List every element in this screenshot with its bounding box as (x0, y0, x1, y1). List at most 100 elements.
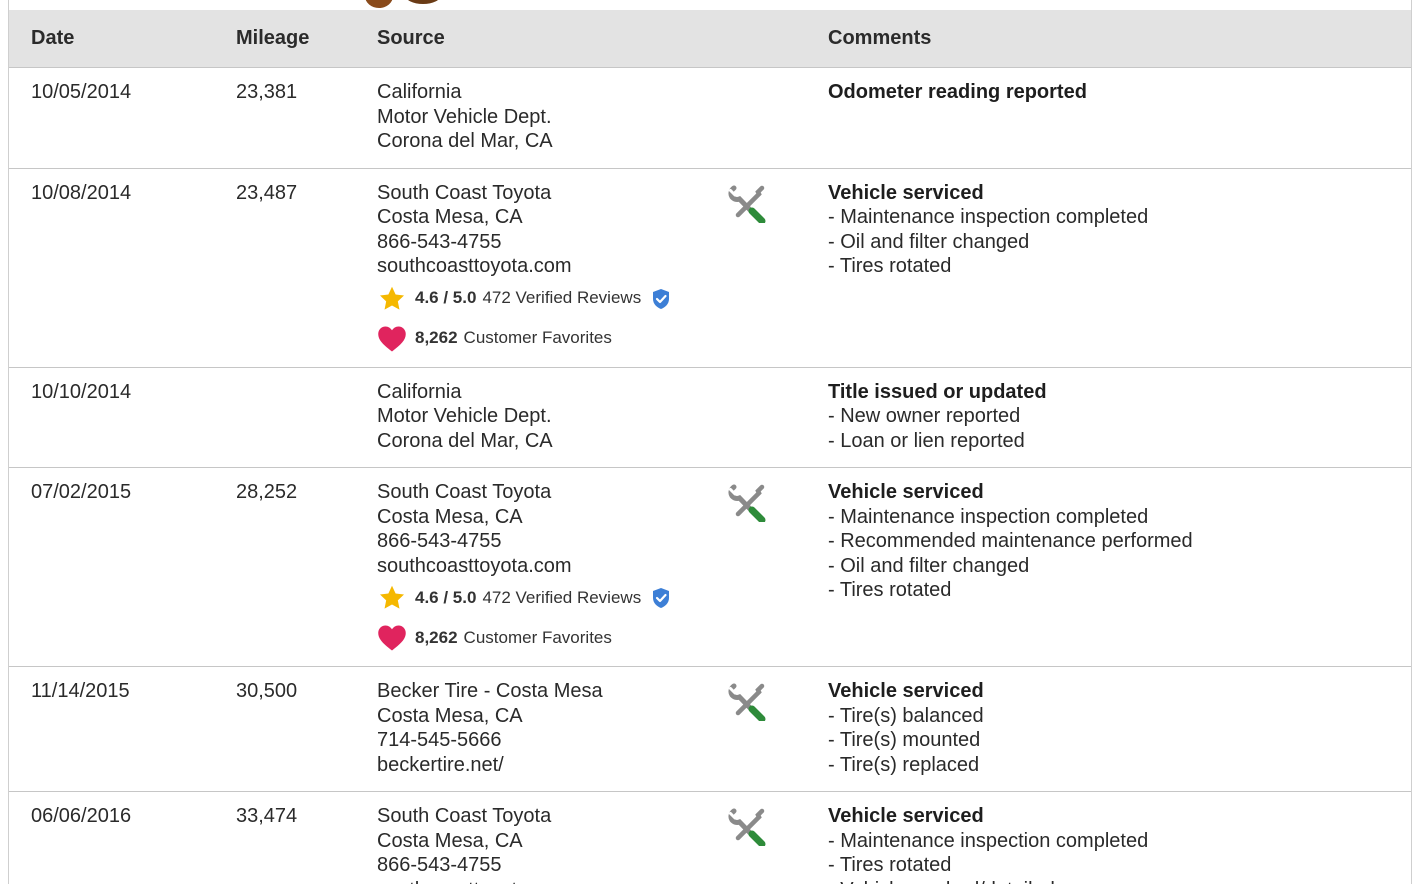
comment-title: Vehicle serviced (828, 805, 984, 827)
service-icon-cell (728, 467, 806, 667)
table-row: 11/14/2015 30,500 Becker Tire - Costa Mesa… (9, 666, 1411, 792)
star-icon (379, 585, 405, 609)
comments-cell: Odometer reading reported (806, 67, 1411, 169)
table-row: 10/10/2014 California Motor Vehicle Dept. C… (9, 367, 1411, 468)
comment-item: - Recommended maintenance performed (828, 530, 1193, 552)
service-icon-cell (728, 67, 806, 169)
wrench-screwdriver-icon (728, 185, 766, 223)
table-row: 10/08/2014 23,487 South Coast Toyota Costa … (9, 168, 1411, 368)
comment-item: - Loan or lien reported (828, 429, 1025, 452)
source-line: Motor Vehicle Dept. (377, 405, 552, 427)
comment-title: Vehicle serviced (828, 680, 984, 702)
source-cell: South Coast Toyota Costa Mesa, CA 866-543-… (355, 467, 728, 667)
vehicle-history-panel: Date Mileage Source Comments 10/05/2014 2… (8, 0, 1412, 884)
comment-item: - Tire(s) replaced (828, 753, 980, 776)
date-cell: 10/08/2014 (9, 168, 214, 368)
source-website-link[interactable]: southcoasttoyota.com (377, 878, 728, 884)
comment-title: Vehicle serviced (828, 181, 984, 204)
source-line: South Coast Toyota (377, 181, 552, 204)
rating-score: 4.6 / 5.0 (415, 288, 477, 308)
source-line: California (377, 380, 462, 403)
favorites-count: 8,262 (415, 627, 458, 647)
heart-icon (378, 326, 406, 351)
source-cell: California Motor Vehicle Dept. Corona del … (355, 367, 728, 468)
source-line: Motor Vehicle Dept. (377, 105, 552, 128)
source-cell: Becker Tire - Costa Mesa Costa Mesa, CA 71… (355, 666, 728, 792)
table-header-row: Date Mileage Source Comments (9, 10, 1411, 68)
mascot-image (365, 0, 438, 8)
comments-cell: Vehicle serviced - Maintenance inspection… (806, 168, 1411, 368)
comment-item: - New owner reported (828, 405, 1021, 427)
service-icon-cell (728, 168, 806, 368)
source-line: California (377, 81, 462, 103)
source-phone-link[interactable]: 866-543-4755 (377, 230, 728, 255)
source-line: South Coast Toyota (377, 481, 552, 503)
column-header-mileage[interactable]: Mileage (214, 10, 355, 68)
reviews-count: 472 Verified Reviews (482, 587, 642, 607)
comment-item: - Tire(s) balanced (828, 704, 984, 727)
star-icon (379, 286, 405, 310)
date-cell: 11/14/2015 (9, 666, 214, 792)
comment-item: - Tire(s) mounted (828, 729, 981, 751)
comment-item: - Oil and filter changed (828, 554, 1030, 577)
mileage-cell: 23,487 (214, 168, 355, 368)
comment-item: - Vehicle washed/detailed (828, 878, 1411, 884)
comment-item: - Maintenance inspection completed (828, 505, 1149, 528)
comments-cell: Title issued or updated - New owner repor… (806, 367, 1411, 468)
table-row: 10/05/2014 23,381 California Motor Vehicle … (9, 67, 1411, 169)
column-header-source[interactable]: Source (355, 10, 806, 68)
favorites-label: Customer Favorites (463, 627, 612, 647)
dealer-rating[interactable]: 4.6 / 5.0 472 Verified Reviews (377, 584, 728, 612)
date-cell: 10/10/2014 (9, 367, 214, 468)
source-cell: South Coast Toyota Costa Mesa, CA 866-543-… (355, 168, 728, 368)
column-header-comments[interactable]: Comments (806, 10, 1411, 68)
comment-item: - Tires rotated (828, 854, 952, 876)
comment-title: Vehicle serviced (828, 481, 984, 503)
comments-cell: Vehicle serviced - Maintenance inspection… (806, 791, 1411, 884)
date-cell: 07/02/2015 (9, 467, 214, 667)
favorites-count: 8,262 (415, 328, 458, 348)
service-icon-cell (728, 367, 806, 468)
comment-item: - Oil and filter changed (828, 230, 1030, 253)
source-line: Corona del Mar, CA (377, 429, 553, 452)
date-cell: 06/06/2016 (9, 791, 214, 884)
mileage-cell: 33,474 (214, 791, 355, 884)
mileage-cell: 30,500 (214, 666, 355, 792)
source-line: Costa Mesa, CA (377, 704, 523, 727)
customer-favorites[interactable]: 8,262 Customer Favorites (377, 624, 728, 652)
source-website-link[interactable]: southcoasttoyota.com (377, 554, 728, 579)
service-icon-cell (728, 666, 806, 792)
reviews-count: 472 Verified Reviews (482, 288, 642, 308)
source-line: Becker Tire - Costa Mesa (377, 680, 603, 702)
rating-score: 4.6 / 5.0 (415, 587, 477, 607)
source-phone-link[interactable]: 866-543-4755 (377, 853, 728, 878)
source-cell: California Motor Vehicle Dept. Corona del … (355, 67, 728, 169)
mileage-cell (214, 367, 355, 468)
table-row: 06/06/2016 33,474 South Coast Toyota Costa … (9, 791, 1411, 884)
source-line: Corona del Mar, CA (377, 130, 553, 152)
comment-item: - Maintenance inspection completed (828, 829, 1149, 852)
customer-favorites[interactable]: 8,262 Customer Favorites (377, 325, 728, 353)
mileage-cell: 23,381 (214, 67, 355, 169)
column-header-date[interactable]: Date (9, 10, 214, 68)
source-line: Costa Mesa, CA (377, 206, 523, 228)
source-line: Costa Mesa, CA (377, 829, 523, 852)
source-website-link[interactable]: beckertire.net/ (377, 753, 728, 778)
wrench-screwdriver-icon (728, 484, 766, 522)
vehicle-history-table: Date Mileage Source Comments 10/05/2014 2… (9, 10, 1411, 884)
verified-badge-icon (653, 588, 670, 608)
wrench-screwdriver-icon (728, 683, 766, 721)
source-website-link[interactable]: southcoasttoyota.com (377, 254, 728, 279)
table-body: 10/05/2014 23,381 California Motor Vehicle … (9, 67, 1411, 884)
comment-item: - Tires rotated (828, 579, 952, 601)
comment-item: - Maintenance inspection completed (828, 206, 1149, 228)
comment-title: Odometer reading reported (828, 81, 1087, 103)
mileage-cell: 28,252 (214, 467, 355, 667)
dealer-rating[interactable]: 4.6 / 5.0 472 Verified Reviews (377, 285, 728, 313)
comment-item: - Tires rotated (828, 255, 952, 277)
source-phone-link[interactable]: 866-543-4755 (377, 529, 728, 554)
source-line: South Coast Toyota (377, 805, 552, 827)
service-icon-cell (728, 791, 806, 884)
source-phone-link[interactable]: 714-545-5666 (377, 728, 728, 753)
comments-cell: Vehicle serviced - Tire(s) balanced - Tire… (806, 666, 1411, 792)
